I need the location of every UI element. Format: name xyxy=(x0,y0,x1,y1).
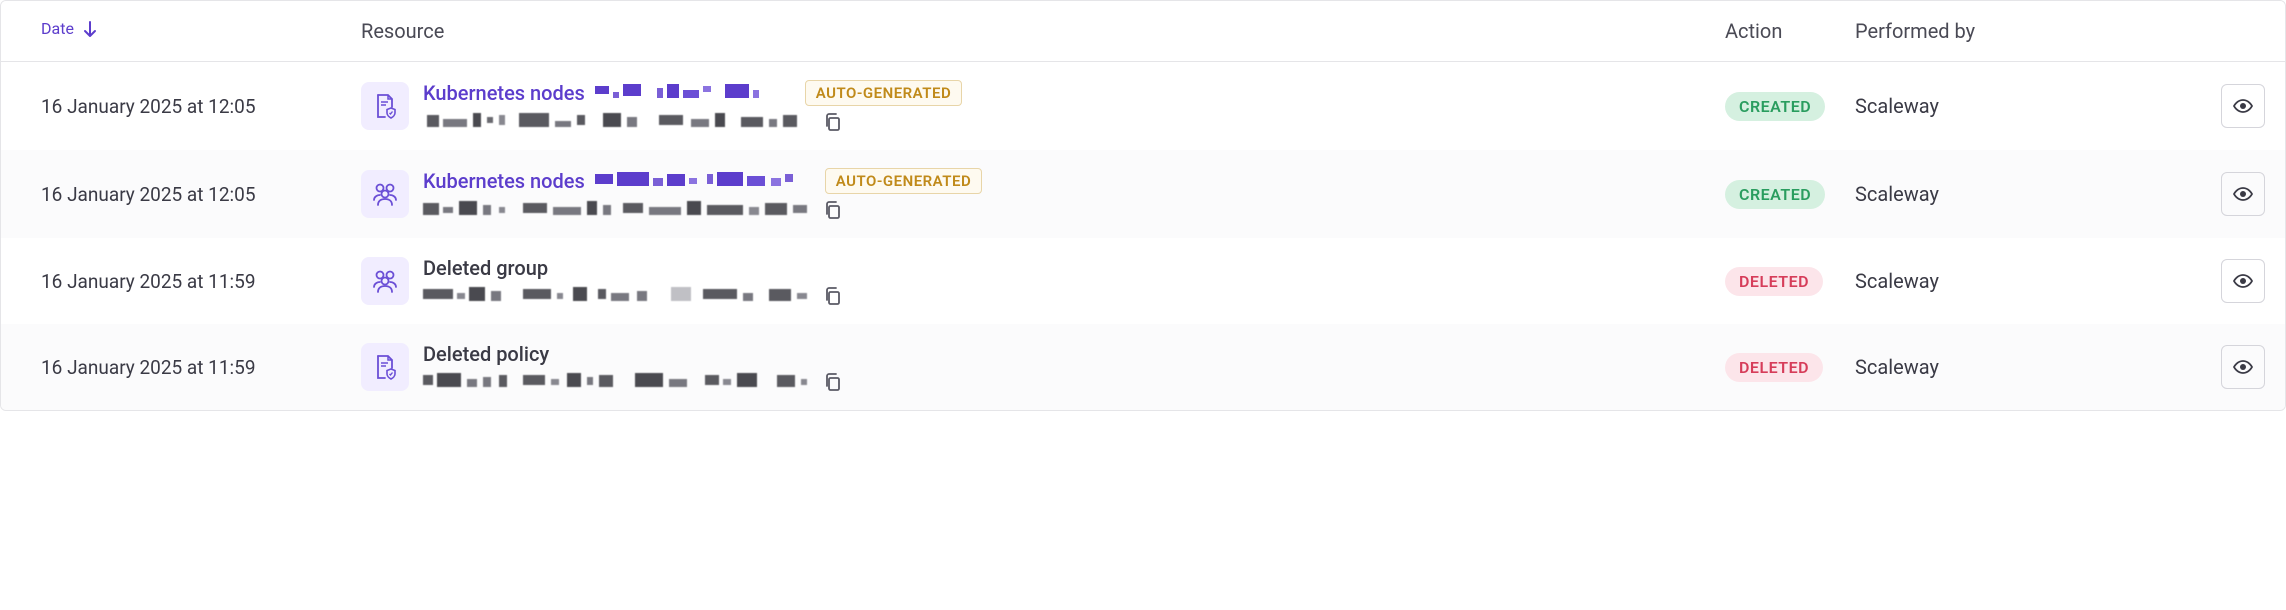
redacted-id xyxy=(423,113,813,131)
audit-log-table: Date Resource Action Performed by 16 Jan… xyxy=(0,0,2286,411)
copy-icon[interactable] xyxy=(823,200,843,220)
performed-by: Scaleway xyxy=(1855,269,2205,293)
redacted-text xyxy=(595,172,815,190)
document-shield-icon xyxy=(361,82,409,130)
redacted-id xyxy=(423,373,813,391)
redacted-id xyxy=(423,201,813,219)
auto-generated-badge: AUTO-GENERATED xyxy=(825,168,982,194)
resource-title: Deleted policy xyxy=(423,342,549,366)
copy-icon[interactable] xyxy=(823,112,843,132)
action-badge-created: CREATED xyxy=(1725,180,1825,209)
table-row: 16 January 2025 at 11:59 Deleted group xyxy=(1,238,2285,324)
redacted-id xyxy=(423,287,813,305)
performed-by: Scaleway xyxy=(1855,182,2205,206)
row-date: 16 January 2025 at 12:05 xyxy=(21,95,361,118)
view-details-button[interactable] xyxy=(2221,345,2265,389)
group-icon xyxy=(361,257,409,305)
action-badge-deleted: DELETED xyxy=(1725,267,1823,296)
column-header-resource: Resource xyxy=(361,19,1725,43)
row-date: 16 January 2025 at 11:59 xyxy=(21,356,361,379)
view-details-button[interactable] xyxy=(2221,84,2265,128)
eye-icon xyxy=(2232,183,2254,205)
column-header-date[interactable]: Date xyxy=(41,19,361,38)
copy-icon[interactable] xyxy=(823,286,843,306)
eye-icon xyxy=(2232,356,2254,378)
column-header-performed-by: Performed by xyxy=(1855,19,2205,43)
performed-by: Scaleway xyxy=(1855,355,2205,379)
table-row: 16 January 2025 at 12:05 Kubernetes node… xyxy=(1,150,2285,238)
copy-icon[interactable] xyxy=(823,372,843,392)
redacted-text xyxy=(595,84,795,102)
row-date: 16 January 2025 at 12:05 xyxy=(21,183,361,206)
action-badge-created: CREATED xyxy=(1725,92,1825,121)
column-header-date-label: Date xyxy=(41,19,74,38)
resource-title: Deleted group xyxy=(423,256,548,280)
view-details-button[interactable] xyxy=(2221,259,2265,303)
table-header: Date Resource Action Performed by xyxy=(1,1,2285,62)
eye-icon xyxy=(2232,95,2254,117)
group-icon xyxy=(361,170,409,218)
action-badge-deleted: DELETED xyxy=(1725,353,1823,382)
column-header-action: Action xyxy=(1725,19,1855,43)
table-row: 16 January 2025 at 11:59 Deleted policy xyxy=(1,324,2285,410)
arrow-down-icon xyxy=(82,20,98,38)
performed-by: Scaleway xyxy=(1855,94,2205,118)
eye-icon xyxy=(2232,270,2254,292)
view-details-button[interactable] xyxy=(2221,172,2265,216)
document-shield-icon xyxy=(361,343,409,391)
row-date: 16 January 2025 at 11:59 xyxy=(21,270,361,293)
resource-title-link[interactable]: Kubernetes nodes xyxy=(423,81,585,105)
resource-title-link[interactable]: Kubernetes nodes xyxy=(423,169,585,193)
auto-generated-badge: AUTO-GENERATED xyxy=(805,80,962,106)
table-row: 16 January 2025 at 12:05 Kubernetes node… xyxy=(1,62,2285,150)
